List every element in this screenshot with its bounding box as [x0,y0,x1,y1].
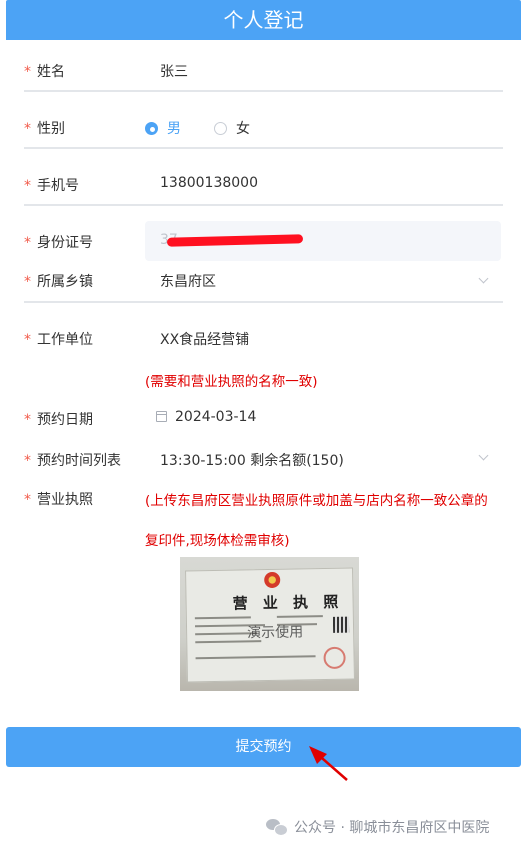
license-title: 营 业 执 照 [232,592,344,613]
gender-label: * 性别 [24,121,65,137]
date-picker[interactable]: 2024-03-14 [156,409,256,425]
employer-input[interactable]: XX食品经营铺 [160,329,249,349]
name-field[interactable]: * 姓名 张三 [24,50,503,92]
arrow-pointer-icon [309,746,348,781]
town-label: * 所属乡镇 [24,274,93,290]
wechat-icon [266,819,288,836]
license-image[interactable]: 营 业 执 照 演示使用 [180,557,359,691]
required-mark: * [24,64,31,80]
seal-stamp-icon [323,646,346,670]
employer-field[interactable]: * 工作单位 XX食品经营铺 [24,318,503,358]
calendar-icon [156,411,167,422]
town-value[interactable]: 东昌府区 [160,271,216,291]
license-document: 营 业 执 照 演示使用 [185,567,355,683]
radio-unchecked-icon[interactable] [214,122,227,135]
gender-option-male[interactable]: 男 [145,118,181,138]
footer-attribution: 公众号 · 聊城市东昌府区中医院 [266,817,489,837]
name-input[interactable]: 张三 [160,61,188,81]
license-hint-line2: 复印件,现场体检需审核) [145,533,290,549]
gender-field: * 性别 男 女 [24,107,503,149]
gender-option-female[interactable]: 女 [214,118,250,138]
phone-input[interactable]: 13800138000 [160,175,258,191]
employer-label: * 工作单位 [24,332,93,348]
date-label: * 预约日期 [24,412,93,428]
page-title: 个人登记 [6,0,521,40]
id-card-label: * 身份证号 [24,235,93,251]
qr-code-icon [332,616,350,633]
license-watermark: 演示使用 [247,624,304,642]
timeslot-select[interactable]: * 预约时间列表 13:30-15:00 剩余名额(150) [24,440,503,478]
date-field[interactable]: * 预约日期 2024-03-14 [24,399,503,437]
timeslot-label: * 预约时间列表 [24,453,121,469]
license-label: * 营业执照 [24,492,93,508]
license-hint-line1: (上传东昌府区营业执照原件或加盖与店内名称一致公章的 [145,493,488,509]
submit-button[interactable]: 提交预约 [6,727,521,767]
national-emblem-icon [264,571,281,589]
name-label: * 姓名 [24,64,65,80]
employer-hint: (需要和营业执照的名称一致) [145,374,318,390]
phone-label: * 手机号 [24,178,79,194]
phone-field[interactable]: * 手机号 13800138000 [24,164,503,206]
chevron-down-icon[interactable] [478,273,489,284]
town-select[interactable]: * 所属乡镇 东昌府区 [24,261,503,303]
chevron-down-icon[interactable] [478,450,489,461]
radio-checked-icon[interactable] [145,122,158,135]
timeslot-value[interactable]: 13:30-15:00 剩余名额(150) [160,450,344,470]
